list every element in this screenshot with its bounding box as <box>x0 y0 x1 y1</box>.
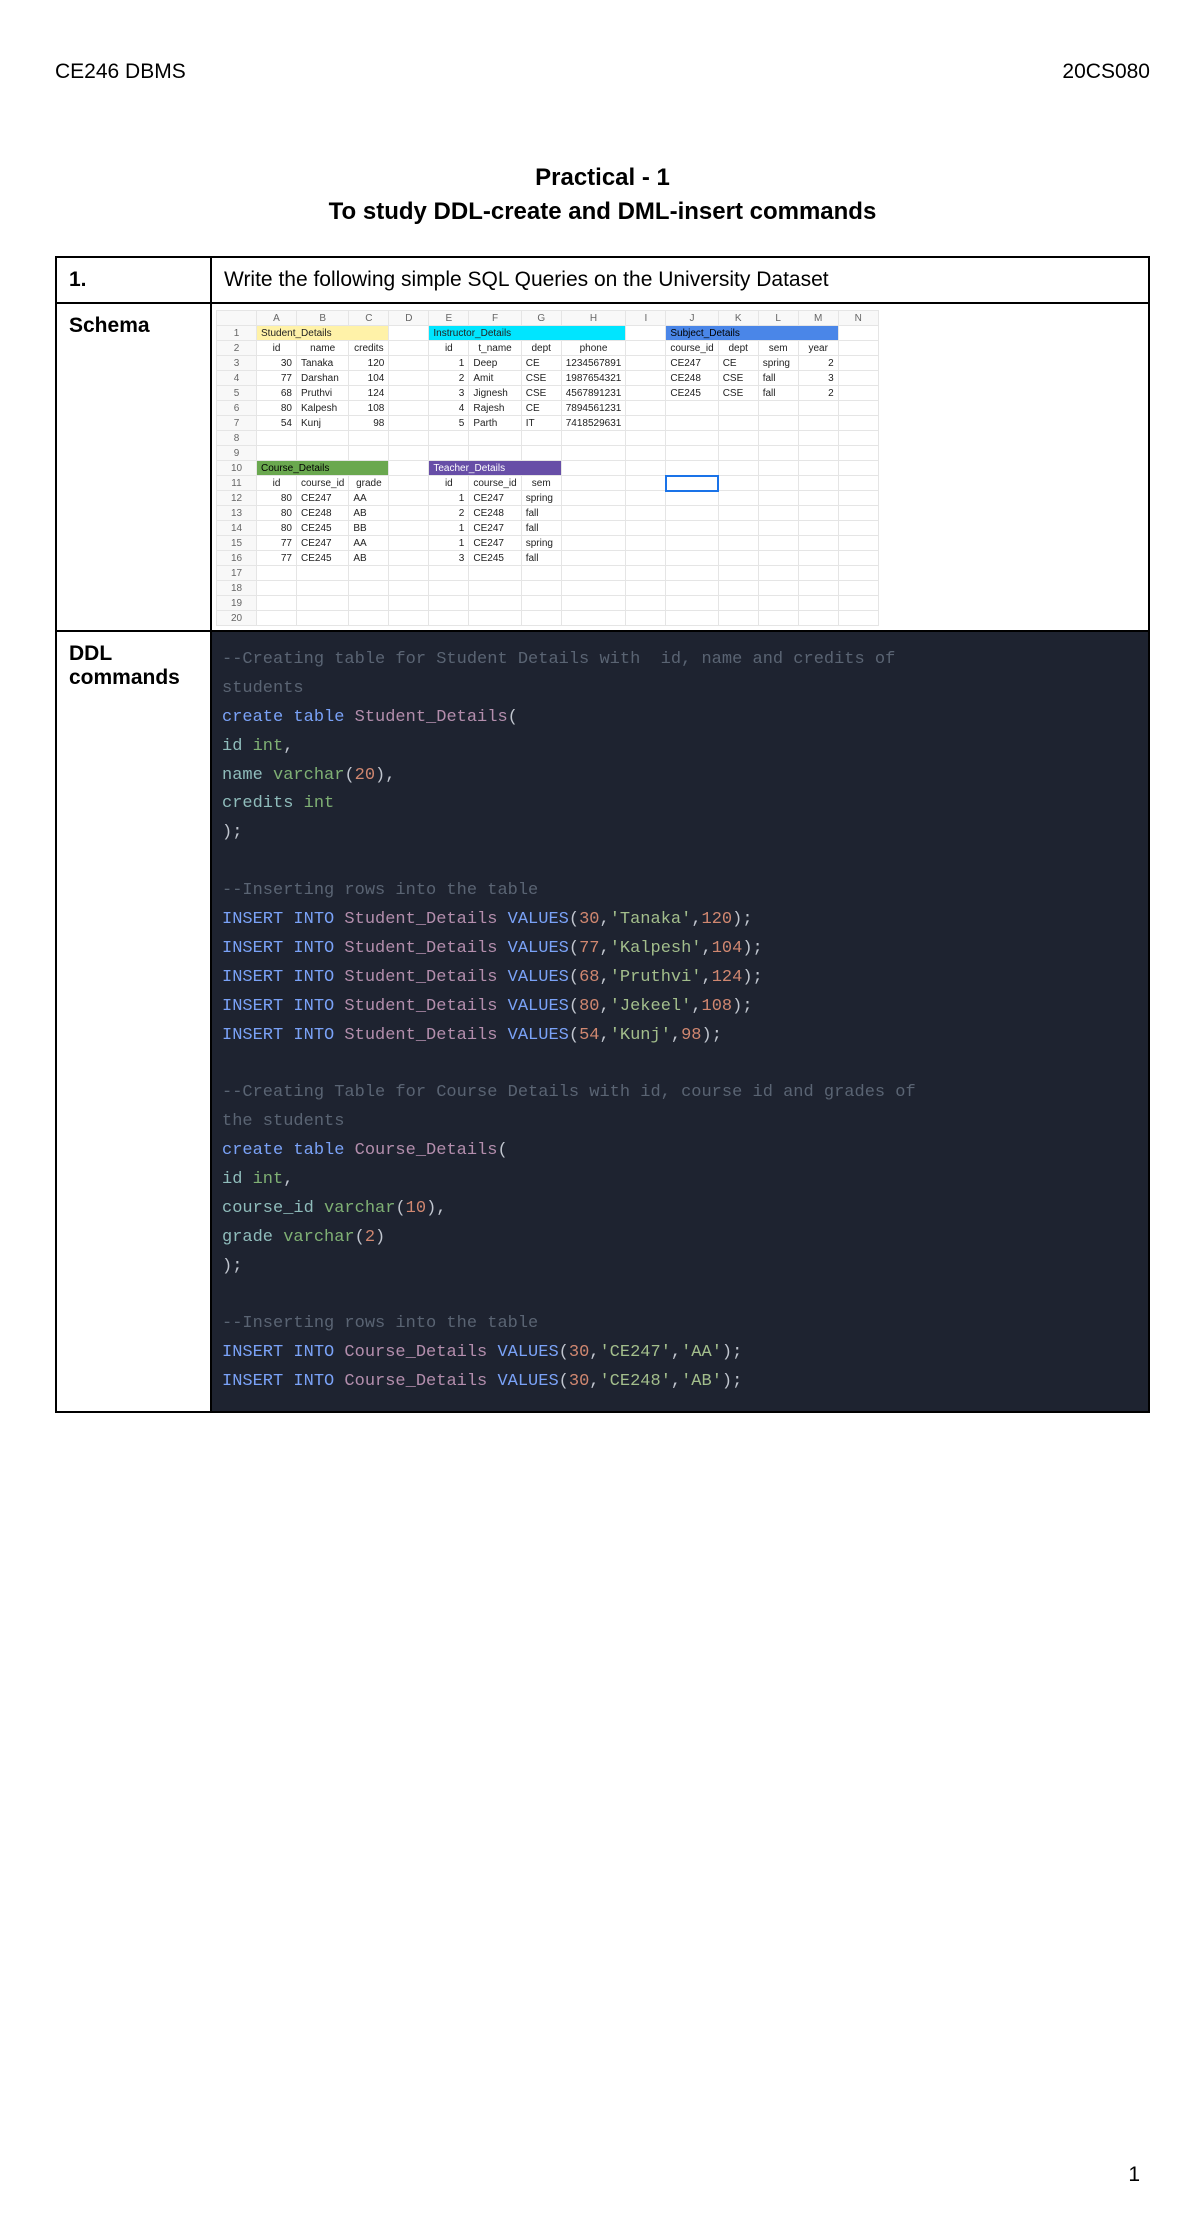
sql-code-block: --Creating table for Student Details wit… <box>212 632 1148 1411</box>
header-left: CE246 DBMS <box>55 60 186 84</box>
code-cell: --Creating table for Student Details wit… <box>211 631 1149 1412</box>
schema-label: Schema <box>56 303 211 631</box>
spreadsheet: A B C D E F G H I J K L M <box>216 310 1144 626</box>
doc-subtitle: To study DDL-create and DML-insert comma… <box>55 198 1150 226</box>
page-number: 1 <box>55 2163 1150 2187</box>
question-number: 1. <box>56 257 211 303</box>
header-right: 20CS080 <box>1062 60 1150 84</box>
selected-cell[interactable] <box>666 476 718 491</box>
document-page: CE246 DBMS 20CS080 Practical - 1 To stud… <box>0 0 1200 2227</box>
ddl-label: DDL commands <box>56 631 211 1412</box>
schema-cell: A B C D E F G H I J K L M <box>211 303 1149 631</box>
main-table: 1. Write the following simple SQL Querie… <box>55 256 1150 1413</box>
doc-title: Practical - 1 <box>55 164 1150 192</box>
page-header: CE246 DBMS 20CS080 <box>55 60 1150 84</box>
question-text: Write the following simple SQL Queries o… <box>211 257 1149 303</box>
